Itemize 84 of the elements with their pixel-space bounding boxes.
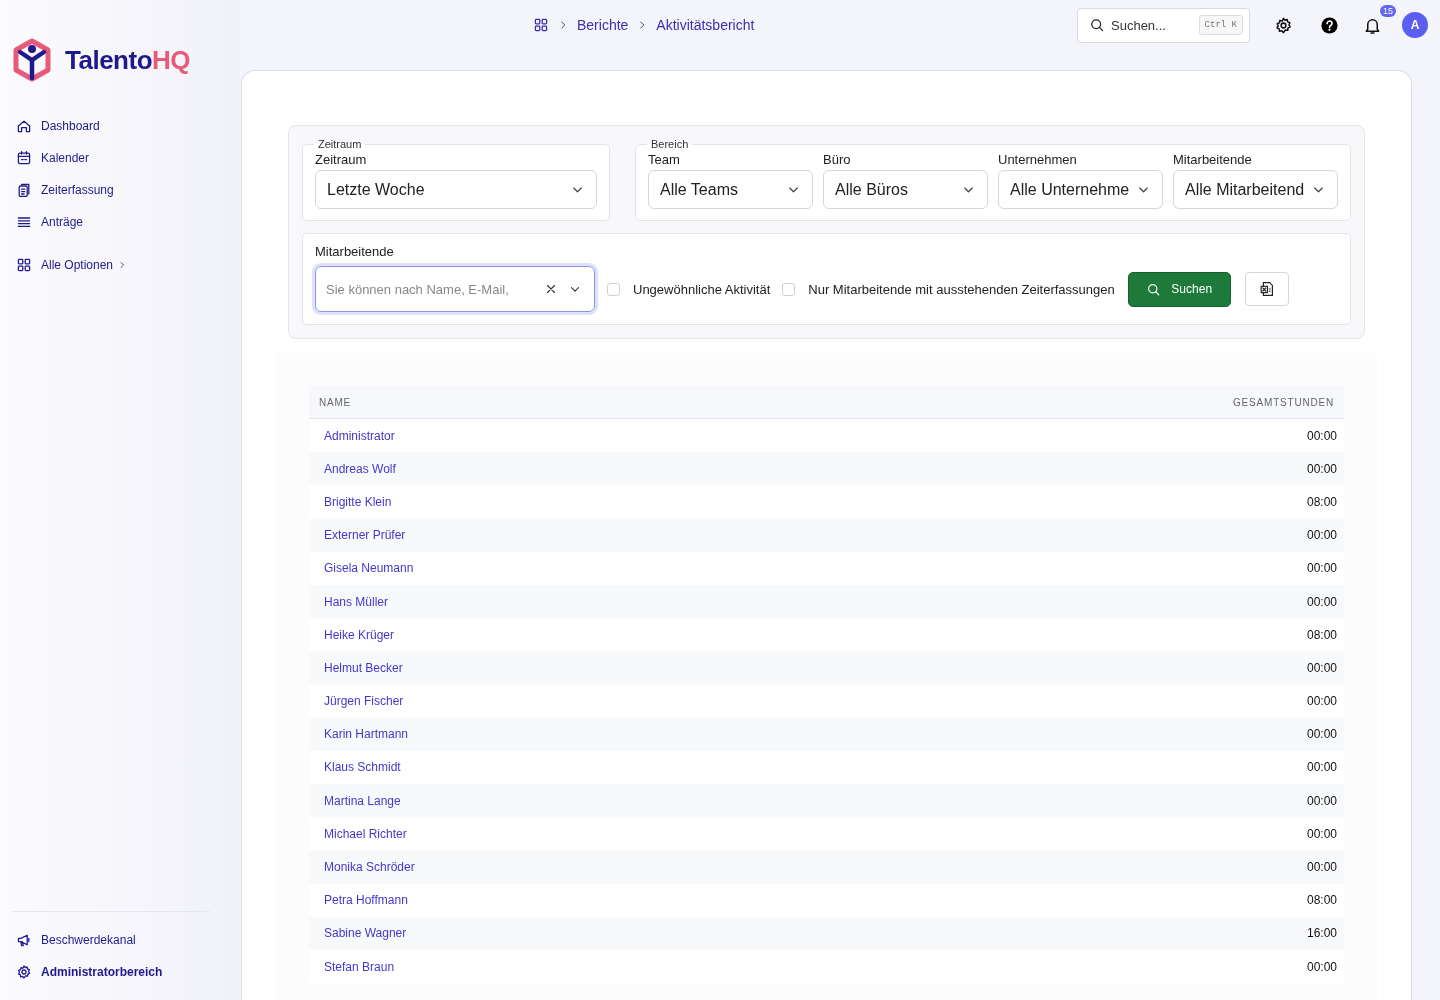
table-cell: 08:00 <box>1306 893 1337 908</box>
employee-link[interactable]: Monika Schröder <box>324 860 415 875</box>
search-icon <box>1146 281 1162 297</box>
select-field[interactable]: Alle Unternehme <box>998 170 1163 209</box>
sidebar-item[interactable]: Beschwerdekanal <box>12 924 142 956</box>
table-cell: 00:00 <box>1306 727 1337 742</box>
table-cell: 00:00 <box>1306 660 1337 675</box>
sidebar-item[interactable]: Dashboard <box>12 110 106 142</box>
table-cell: 00:00 <box>1306 528 1337 543</box>
employee-link[interactable]: Sabine Wagner <box>324 926 407 941</box>
employee-link[interactable]: Hans Müller <box>324 594 389 609</box>
employee-select[interactable]: Sie können nach Name, E-Mail, <box>315 266 595 312</box>
checkbox-label: Ungewöhnliche Aktivität <box>633 281 771 297</box>
field-label: Mitarbeitende <box>315 244 395 259</box>
all-options-link[interactable]: Alle Optionen <box>12 249 134 281</box>
calendar-icon <box>16 150 32 166</box>
employee-link[interactable]: Petra Hoffmann <box>324 893 408 908</box>
employee-link[interactable]: Jürgen Fischer <box>324 694 404 709</box>
table-cell: 00:00 <box>1306 561 1337 576</box>
sidebar-item[interactable]: Zeiterfassung <box>12 174 120 206</box>
employee-link[interactable]: Andreas Wolf <box>324 461 396 476</box>
select-field[interactable]: Alle Mitarbeitend <box>1173 170 1338 209</box>
table-cell: 00:00 <box>1306 793 1337 808</box>
field-label: Zeitraum <box>315 152 368 167</box>
employee-link[interactable]: Helmut Becker <box>324 660 403 675</box>
table-cell: 00:00 <box>1306 826 1337 841</box>
table-cell: 00:00 <box>1306 959 1337 974</box>
home-link[interactable] <box>533 17 549 33</box>
employee-link[interactable]: Heike Krüger <box>324 627 395 642</box>
logo-text: TalentoHQ <box>65 44 191 76</box>
export-button[interactable] <box>1244 272 1289 306</box>
megaphone-icon <box>16 932 32 948</box>
field-label: Team <box>648 152 681 167</box>
table-cell: 00:00 <box>1306 461 1337 476</box>
employee-link[interactable]: Klaus Schmidt <box>324 760 401 775</box>
employee-link[interactable]: Karin Hartmann <box>324 727 409 742</box>
checkbox-label: Nur Mitarbeitende mit ausstehenden Zeiterfassungen <box>808 281 1115 297</box>
column-header: NAME <box>319 396 352 408</box>
cube-logo-icon <box>12 38 52 82</box>
field-label: Mitarbeitende <box>1173 152 1253 167</box>
sidebar-item[interactable]: Anträge <box>12 206 90 238</box>
employee-link[interactable]: Michael Richter <box>324 826 407 841</box>
notification-badge: 15 <box>1380 5 1396 17</box>
column-header: GESAMTSTUNDEN <box>1233 396 1334 408</box>
employee-link[interactable]: Martina Lange <box>324 793 401 808</box>
table-cell: 00:00 <box>1306 594 1337 609</box>
settings-icon <box>1273 15 1293 35</box>
employee-link[interactable]: Administrator <box>324 428 395 443</box>
home-icon <box>16 118 32 134</box>
table-cell: 00:00 <box>1306 428 1337 443</box>
clipboard-icon <box>16 182 32 198</box>
sidebar-item[interactable]: Kalender <box>12 142 96 174</box>
settings-icon <box>16 964 32 980</box>
field-label: Büro <box>823 152 852 167</box>
breadcrumb-link[interactable]: Berichte <box>577 17 629 33</box>
search-icon <box>1089 17 1105 33</box>
grid-icon <box>533 17 549 33</box>
list-icon <box>16 214 32 230</box>
user-avatar[interactable]: A <box>1402 12 1428 38</box>
checkbox[interactable] <box>782 282 796 296</box>
select-field[interactable]: Alle Büros <box>823 170 988 209</box>
group-legend: Bereich <box>647 138 693 150</box>
employee-link[interactable]: Brigitte Klein <box>324 494 392 509</box>
table-cell: 08:00 <box>1306 494 1337 509</box>
employee-link[interactable]: Stefan Braun <box>324 959 395 974</box>
select-field[interactable]: Letzte Woche <box>315 170 597 209</box>
table-cell: 00:00 <box>1306 860 1337 875</box>
checkbox[interactable] <box>607 282 620 296</box>
search-field[interactable]: Suchen... Ctrl K <box>1077 7 1250 43</box>
group-legend: Zeitraum <box>314 138 366 150</box>
table-cell: 08:00 <box>1306 627 1337 642</box>
sidebar-item[interactable]: Administratorbereich <box>12 956 169 988</box>
shortcut-hint: Ctrl K <box>1198 15 1243 35</box>
grid-icon <box>16 257 32 273</box>
select-field[interactable]: Alle Teams <box>648 170 813 209</box>
search-button[interactable]: Suchen <box>1127 271 1231 307</box>
clear-icon <box>544 282 558 296</box>
employee-link[interactable]: Externer Prüfer <box>324 528 406 543</box>
table-cell: 00:00 <box>1306 760 1337 775</box>
field-label: Unternehmen <box>998 152 1078 167</box>
breadcrumb-link[interactable]: Aktivitätsbericht <box>656 17 755 33</box>
employee-link[interactable]: Gisela Neumann <box>324 561 414 576</box>
table-cell: 00:00 <box>1306 694 1337 709</box>
table-cell: 16:00 <box>1306 926 1337 941</box>
